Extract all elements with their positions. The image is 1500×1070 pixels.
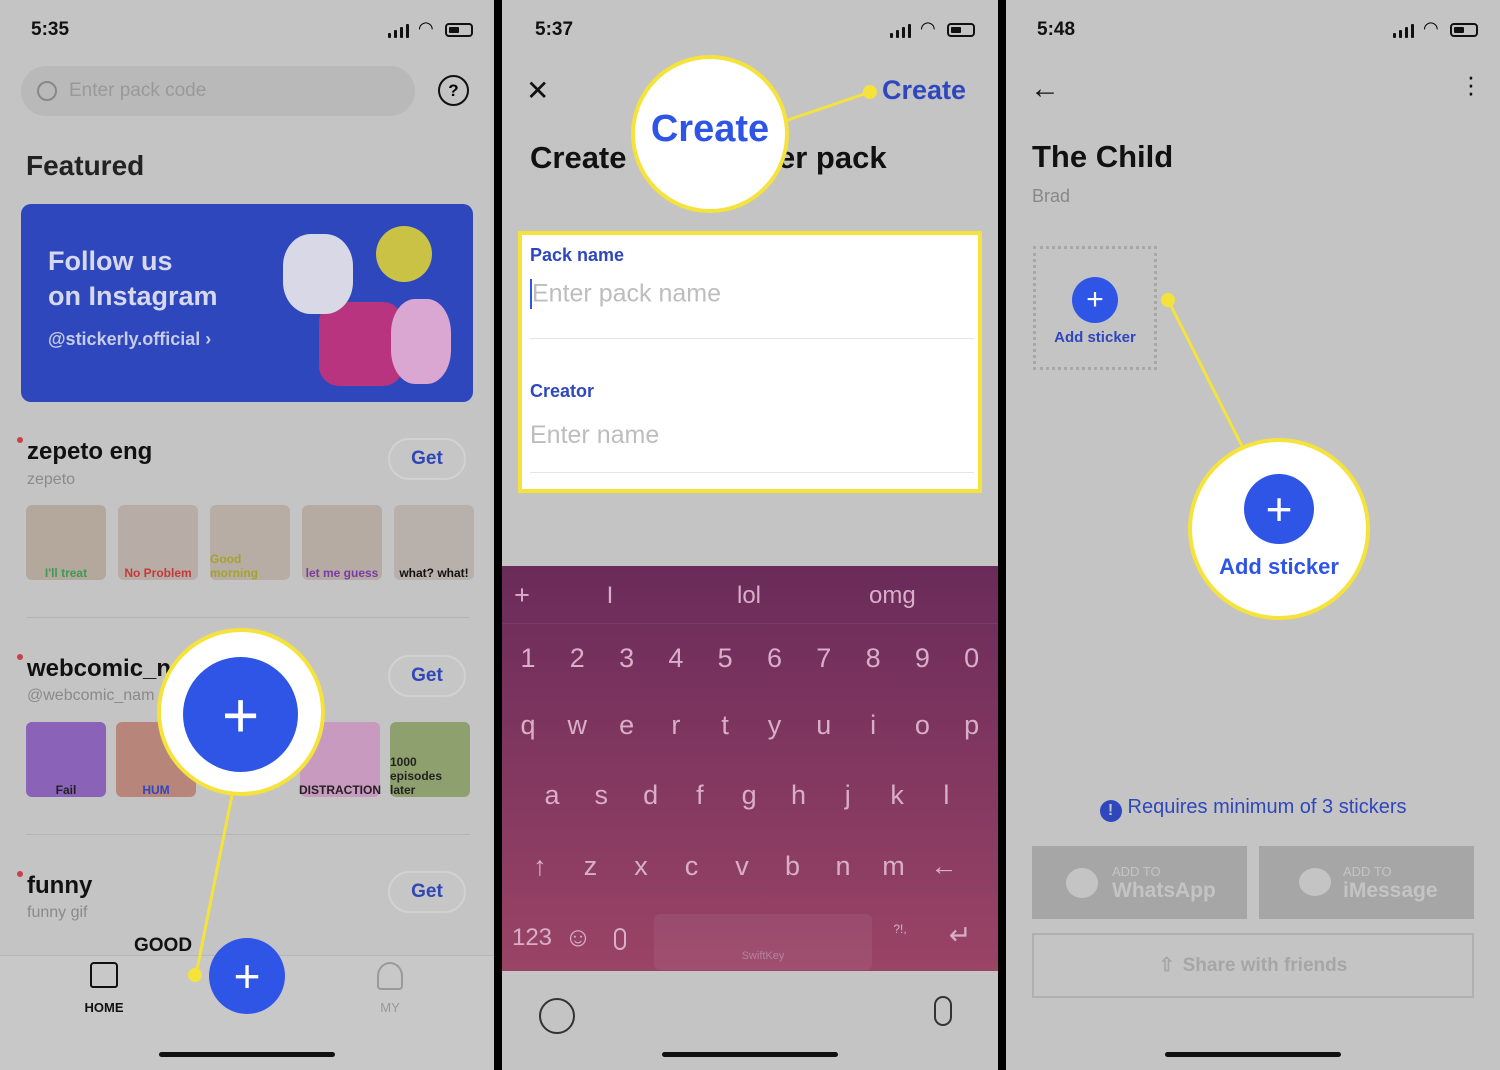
key[interactable]: p — [952, 710, 992, 741]
key[interactable]: e — [607, 710, 647, 741]
warning-text: Requires minimum of 3 stickers — [1127, 796, 1407, 818]
key[interactable]: r — [656, 710, 696, 741]
key[interactable]: 8 — [853, 643, 893, 674]
key[interactable]: n — [823, 851, 863, 882]
key[interactable]: h — [779, 780, 819, 811]
suggestion[interactable]: lol — [729, 582, 769, 610]
key[interactable]: 7 — [804, 643, 844, 674]
globe-icon[interactable] — [539, 998, 575, 1034]
emoji-key[interactable]: ☺ — [558, 922, 598, 953]
add-to-imessage-button[interactable]: ADD TO iMessage — [1259, 846, 1474, 919]
key[interactable]: w — [557, 710, 597, 741]
whatsapp-label: WhatsApp — [1112, 879, 1216, 902]
imessage-icon — [1299, 868, 1331, 896]
key[interactable]: f — [680, 780, 720, 811]
key[interactable]: 9 — [902, 643, 942, 674]
home-indicator — [662, 1052, 838, 1057]
imessage-small-label: ADD TO — [1343, 864, 1392, 879]
key[interactable]: 0 — [952, 643, 992, 674]
creator-placeholder: Enter name — [530, 421, 660, 449]
key[interactable]: v — [722, 851, 762, 882]
keyboard: + I lol omg 1234567890qwertyuiopasdfghjk… — [502, 566, 998, 971]
add-to-whatsapp-button[interactable]: ADD TO WhatsApp — [1032, 846, 1247, 919]
suggestion[interactable]: omg — [869, 582, 916, 610]
key[interactable]: o — [902, 710, 942, 741]
home-indicator — [1165, 1052, 1341, 1057]
whatsapp-small-label: ADD TO — [1112, 864, 1161, 879]
creator-input[interactable]: Enter name — [530, 421, 974, 473]
suggestion-expand[interactable]: + — [502, 580, 542, 611]
callout-pointer — [863, 85, 877, 99]
add-sticker-label-zoomed: Add sticker — [1219, 554, 1339, 579]
create-button-zoomed[interactable]: Create — [651, 108, 769, 151]
numbers-key[interactable]: 123 — [510, 924, 554, 952]
key[interactable]: k — [877, 780, 917, 811]
key[interactable]: q — [508, 710, 548, 741]
key[interactable]: u — [804, 710, 844, 741]
callout-pointer — [188, 968, 202, 982]
whatsapp-icon — [1066, 868, 1098, 898]
key[interactable]: 3 — [607, 643, 647, 674]
imessage-label: iMessage — [1343, 879, 1438, 902]
swiftkey-logo: SwiftKey — [741, 950, 785, 962]
key[interactable]: 6 — [755, 643, 795, 674]
key[interactable]: 2 — [557, 643, 597, 674]
callout-magnifier: Create — [631, 55, 789, 213]
creator-label: Creator — [530, 381, 595, 401]
suggestion[interactable]: I — [590, 582, 630, 610]
punctuation-key[interactable]: ?!, — [880, 922, 920, 936]
key[interactable]: l — [926, 780, 966, 811]
key[interactable]: g — [729, 780, 769, 811]
key[interactable]: y — [755, 710, 795, 741]
callout-magnifier: + Add sticker — [1188, 438, 1370, 620]
enter-key[interactable]: ↵ — [940, 920, 980, 951]
minimum-warning: ! Requires minimum of 3 stickers — [1006, 796, 1500, 822]
callout-line — [194, 789, 235, 976]
share-icon: ⇧ — [1158, 955, 1175, 976]
pack-detail-screen: 5:48 ◠ ← · · · The Child Brad + Add sticke… — [1006, 0, 1500, 1070]
key[interactable]: b — [773, 851, 813, 882]
key[interactable]: m — [874, 851, 914, 882]
create-pack-screen: 5:37 ◠ ✕ Create Create er pack Pack name… — [502, 0, 998, 1070]
key[interactable]: i — [853, 710, 893, 741]
key[interactable]: s — [581, 780, 621, 811]
key[interactable]: t — [705, 710, 745, 741]
key[interactable]: d — [631, 780, 671, 811]
add-pack-button-zoomed[interactable]: + — [183, 657, 298, 772]
key[interactable]: 1 — [508, 643, 548, 674]
home-screen: 5:35 ◠ Enter pack code ? Featured Follow… — [0, 0, 494, 1070]
plus-icon-zoomed[interactable]: + — [1244, 474, 1314, 544]
share-label: Share with friends — [1182, 954, 1348, 976]
key[interactable]: 4 — [656, 643, 696, 674]
key[interactable]: z — [571, 851, 611, 882]
space-bar[interactable]: SwiftKey — [654, 914, 872, 970]
dictation-mic-icon[interactable] — [934, 996, 952, 1026]
key[interactable]: ↑ — [520, 851, 560, 882]
key[interactable]: ← — [924, 851, 964, 882]
key[interactable]: j — [828, 780, 868, 811]
share-with-friends-button[interactable]: ⇧ Share with friends — [1032, 933, 1474, 998]
key[interactable]: x — [621, 851, 661, 882]
warning-icon: ! — [1099, 800, 1122, 822]
callout-pointer — [1161, 293, 1175, 307]
key[interactable]: a — [532, 780, 572, 811]
mic-icon[interactable] — [614, 928, 626, 950]
key[interactable]: 5 — [705, 643, 745, 674]
key[interactable]: c — [672, 851, 712, 882]
